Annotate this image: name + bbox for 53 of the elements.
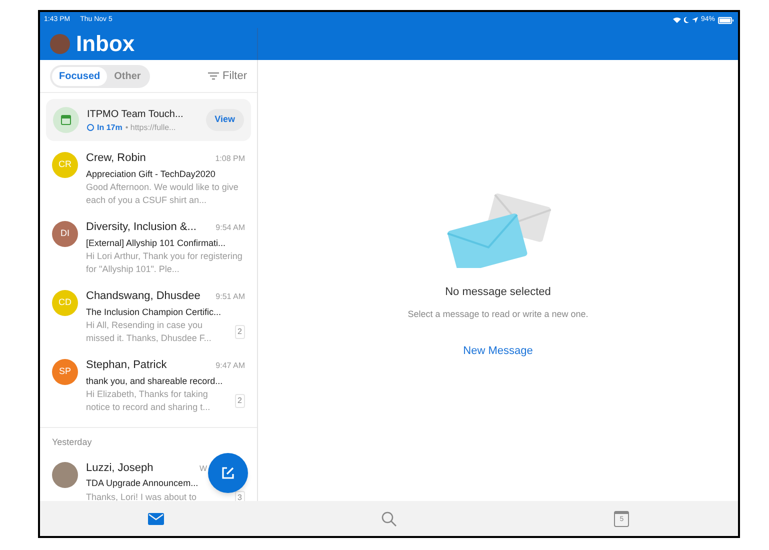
clock-icon — [87, 124, 94, 131]
message-time: 9:47 AM — [216, 360, 245, 372]
sender-name: Diversity, Inclusion &... — [86, 220, 196, 235]
message-subject: TDA Upgrade Announcem... — [86, 477, 200, 490]
sender-name: Chandswang, Dhusdee — [86, 289, 200, 304]
sender-name: Crew, Robin — [86, 151, 146, 166]
message-time: W — [199, 462, 207, 474]
message-preview: Hi Lori Arthur, Thank you for registering for "Allyship 101". Ple... — [86, 250, 244, 276]
sender-name: Stephan, Patrick — [86, 358, 167, 373]
search-icon — [381, 510, 397, 526]
battery-icon — [718, 16, 734, 24]
message-time: 9:51 AM — [216, 291, 245, 303]
inbox-title: Inbox — [76, 33, 135, 55]
empty-state-title: No message selected — [445, 285, 551, 300]
message-subject: Appreciation Gift - TechDay2020 — [86, 168, 216, 181]
thread-count: 2 — [234, 394, 245, 408]
compose-button[interactable] — [208, 453, 248, 493]
avatar-initials: CD — [52, 290, 78, 316]
moon-icon — [684, 17, 689, 23]
new-message-link[interactable]: New Message — [463, 343, 533, 360]
event-link: • https://fulle... — [125, 122, 176, 134]
message-time: 9:54 AM — [216, 222, 245, 234]
calendar-icon — [61, 115, 71, 125]
inbox-tab[interactable]: Focused — [52, 66, 108, 86]
location-icon — [692, 17, 698, 23]
event-title: ITPMO Team Touch... — [87, 108, 184, 122]
message-row[interactable]: CD Chandswang, Dhusdee 9:51 AM The Inclusion Champion Certific... Hi All, Resending in case you missed it. Thanks, Dhusdee F... 2 — [40, 285, 257, 354]
avatar-initials: DI — [52, 221, 78, 247]
wifi-icon — [672, 17, 681, 23]
message-row[interactable]: DI Diversity, Inclusion &... 9:54 AM [External] Allyship 101 Confirmati... Hi Lori Arthur, Thank you for registering for "Allyship 101". Ple... — [40, 216, 257, 285]
filter-icon — [208, 72, 219, 80]
sender-name: Luzzi, Joseph — [86, 460, 154, 476]
thread-count: 2 — [234, 325, 245, 339]
message-preview: Good Afternoon. We would like to give each of you a CSUF shirt an... — [86, 181, 240, 207]
message-subject: thank you, and shareable record... — [86, 374, 224, 388]
compose-icon — [221, 466, 235, 480]
event-card[interactable]: ITPMO Team Touch... In 17m • https://fulle... View — [46, 99, 251, 141]
message-subject: [External] Allyship 101 Confirmati... — [86, 236, 227, 250]
message-row[interactable]: CR Crew, Robin 1:08 PM Appreciation Gift - TechDay2020 Good Afternoon. We would like to give each of you a CSUF shirt an... — [40, 147, 257, 216]
message-preview: Hi Elizabeth, Thanks for taking notice to record and sharing t... — [86, 388, 212, 414]
view-button[interactable]: View — [206, 109, 244, 131]
message-preview: Thanks, Lori! I was about to — [86, 491, 198, 501]
message-time: 1:08 PM — [215, 153, 245, 165]
message-subject: The Inclusion Champion Certific... — [86, 306, 222, 319]
message-preview: Hi All, Resending in case you missed it. Thanks, Dhusdee F... — [86, 319, 212, 345]
avatar-initials: SP — [52, 359, 78, 385]
message-row[interactable]: SP Stephan, Patrick 9:47 AM thank you, and shareable record... Hi Elizabeth, Thanks for taking notice to record and sharing t... 2 — [40, 354, 257, 423]
avatar-initials: CR — [52, 152, 78, 178]
avatar-photo — [52, 462, 78, 488]
empty-state-subtitle: Select a message to read or write a new one. — [408, 308, 588, 321]
filter-button[interactable]: Filter — [208, 68, 247, 84]
mail-icon — [148, 512, 164, 524]
event-time: In 17m — [97, 122, 122, 134]
